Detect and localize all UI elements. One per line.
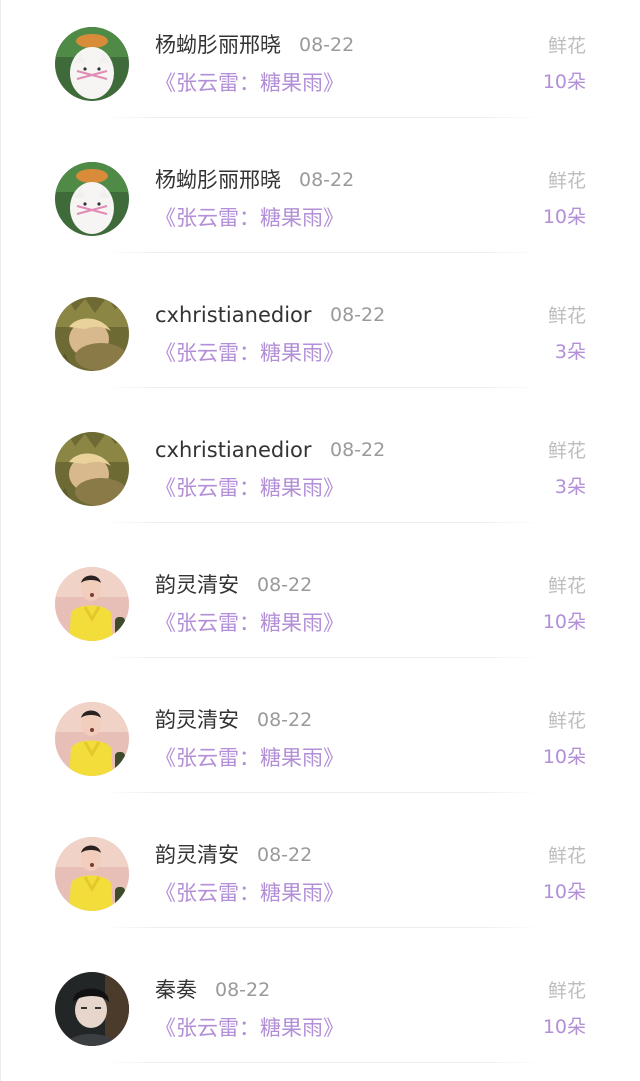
- gift-count: 10朵: [542, 1016, 586, 1038]
- work-title-link[interactable]: 《张云雷：糖果雨》: [155, 68, 344, 98]
- gift-date: 08-22: [257, 574, 313, 596]
- row-divider: [101, 252, 541, 253]
- username[interactable]: 杨蚴肜丽邢晓: [155, 30, 281, 60]
- list-item[interactable]: 秦奏 08-22 《张云雷：糖果雨》 鲜花 10朵: [1, 945, 640, 1080]
- gift-date: 08-22: [330, 439, 386, 461]
- avatar[interactable]: [55, 27, 129, 101]
- gift-date: 08-22: [330, 304, 386, 326]
- yellow-shirt-avatar: [55, 702, 129, 776]
- gift-type-label: 鲜花: [547, 440, 586, 462]
- row-divider: [101, 522, 541, 523]
- avatar[interactable]: [55, 837, 129, 911]
- gift-count: 10朵: [542, 206, 586, 228]
- row-divider: [101, 117, 541, 118]
- username[interactable]: cxhristianedior: [155, 300, 312, 330]
- grass-portrait-avatar: [55, 297, 129, 371]
- gift-count: 3朵: [554, 476, 586, 498]
- list-item[interactable]: 杨蚴肜丽邢晓 08-22 《张云雷：糖果雨》 鲜花 10朵: [1, 0, 640, 135]
- gift-type-label: 鲜花: [547, 980, 586, 1002]
- avatar[interactable]: [55, 702, 129, 776]
- yellow-shirt-avatar: [55, 837, 129, 911]
- username[interactable]: 韵灵清安: [155, 840, 239, 870]
- gift-date: 08-22: [257, 709, 313, 731]
- list-item[interactable]: cxhristianedior 08-22 《张云雷：糖果雨》 鲜花 3朵: [1, 270, 640, 405]
- work-title-link[interactable]: 《张云雷：糖果雨》: [155, 203, 344, 233]
- gift-type-label: 鲜花: [547, 35, 586, 57]
- work-title-link[interactable]: 《张云雷：糖果雨》: [155, 608, 344, 638]
- username[interactable]: cxhristianedior: [155, 435, 312, 465]
- list-item[interactable]: 韵灵清安 08-22 《张云雷：糖果雨》 鲜花 10朵: [1, 540, 640, 675]
- list-item[interactable]: 韵灵清安 08-22 《张云雷：糖果雨》 鲜花 10朵: [1, 675, 640, 810]
- username[interactable]: 韵灵清安: [155, 570, 239, 600]
- work-title-link[interactable]: 《张云雷：糖果雨》: [155, 338, 344, 368]
- cat-avatar: [55, 162, 129, 236]
- gift-count: 10朵: [542, 71, 586, 93]
- work-title-link[interactable]: 《张云雷：糖果雨》: [155, 878, 344, 908]
- gift-type-label: 鲜花: [547, 710, 586, 732]
- gift-type-label: 鲜花: [547, 845, 586, 867]
- row-divider: [101, 792, 541, 793]
- username[interactable]: 秦奏: [155, 975, 197, 1005]
- gift-date: 08-22: [215, 979, 271, 1001]
- gift-date: 08-22: [299, 169, 355, 191]
- gift-count: 10朵: [542, 746, 586, 768]
- work-title-link[interactable]: 《张云雷：糖果雨》: [155, 743, 344, 773]
- avatar[interactable]: [55, 567, 129, 641]
- list-item[interactable]: 杨蚴肜丽邢晓 08-22 《张云雷：糖果雨》 鲜花 10朵: [1, 135, 640, 270]
- avatar[interactable]: [55, 432, 129, 506]
- yellow-shirt-avatar: [55, 567, 129, 641]
- flower-gift-list: 杨蚴肜丽邢晓 08-22 《张云雷：糖果雨》 鲜花 10朵 杨蚴肜丽邢晓 08-22 《张云雷…: [0, 0, 640, 1081]
- gift-type-label: 鲜花: [547, 170, 586, 192]
- username[interactable]: 杨蚴肜丽邢晓: [155, 165, 281, 195]
- list-item[interactable]: 韵灵清安 08-22 《张云雷：糖果雨》 鲜花 10朵: [1, 810, 640, 945]
- grass-portrait-avatar: [55, 432, 129, 506]
- avatar[interactable]: [55, 972, 129, 1046]
- dark-portrait-avatar: [55, 972, 129, 1046]
- work-title-link[interactable]: 《张云雷：糖果雨》: [155, 473, 344, 503]
- avatar[interactable]: [55, 297, 129, 371]
- gift-date: 08-22: [299, 34, 355, 56]
- work-title-link[interactable]: 《张云雷：糖果雨》: [155, 1013, 344, 1043]
- gift-type-label: 鲜花: [547, 575, 586, 597]
- cat-avatar: [55, 27, 129, 101]
- gift-type-label: 鲜花: [547, 305, 586, 327]
- gift-count: 3朵: [554, 341, 586, 363]
- row-divider: [101, 387, 541, 388]
- row-divider: [101, 657, 541, 658]
- row-divider: [101, 1062, 541, 1063]
- avatar[interactable]: [55, 162, 129, 236]
- gift-count: 10朵: [542, 611, 586, 633]
- username[interactable]: 韵灵清安: [155, 705, 239, 735]
- row-divider: [101, 927, 541, 928]
- gift-count: 10朵: [542, 881, 586, 903]
- list-item[interactable]: cxhristianedior 08-22 《张云雷：糖果雨》 鲜花 3朵: [1, 405, 640, 540]
- gift-date: 08-22: [257, 844, 313, 866]
